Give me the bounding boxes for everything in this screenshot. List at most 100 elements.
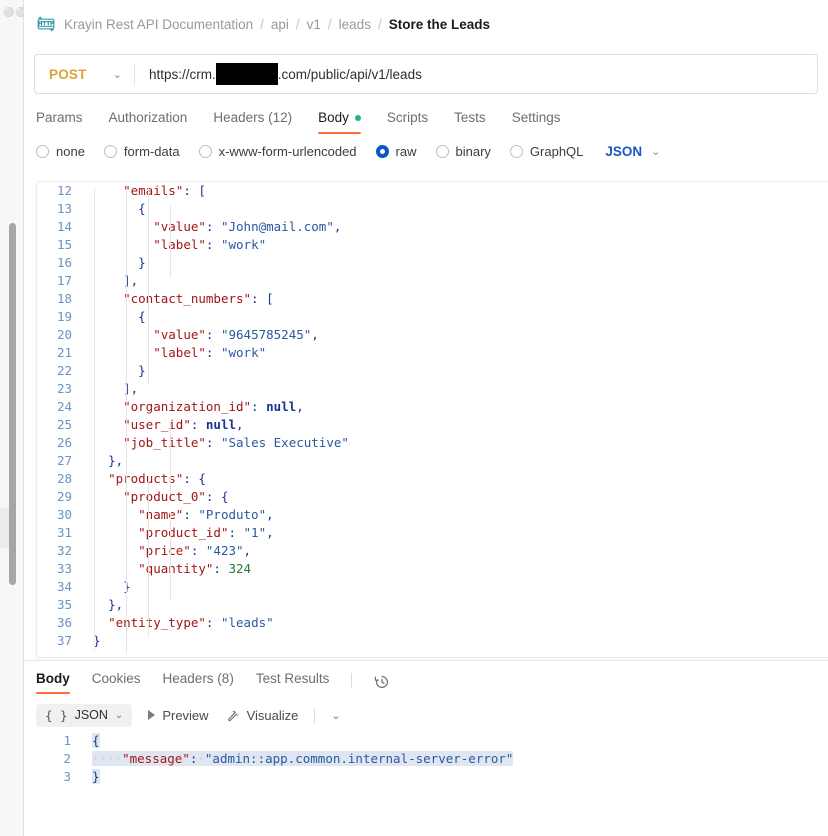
response-body-viewer[interactable]: 1{2 ····"message":·"admin::app.common.int… <box>36 732 828 836</box>
tab-label: Body <box>36 671 70 686</box>
token-str: "admin::app.common.internal-server-error… <box>204 751 514 766</box>
radio-icon[interactable] <box>36 144 49 158</box>
left-rail: ⚪⚪ <box>0 0 26 836</box>
breadcrumb-item-current: Store the Leads <box>388 16 490 32</box>
token-punc: } <box>138 255 146 270</box>
sidebar-scrollbar[interactable] <box>9 223 16 585</box>
request-code-lines[interactable]: 12 "emails": [13 {14 "value": "John@mail… <box>37 182 828 650</box>
radio-icon[interactable] <box>509 144 523 158</box>
tab-settings[interactable]: Settings <box>512 110 561 134</box>
token-key: "quantity" <box>138 561 214 576</box>
line-number: 37 <box>56 633 72 648</box>
response-tab-cookies[interactable]: Cookies <box>92 671 141 694</box>
url-prefix: https://crm. <box>148 66 216 82</box>
token-punc: } <box>123 579 131 594</box>
body-type-binary[interactable]: binary <box>435 143 491 159</box>
token-str: "work" <box>220 237 267 252</box>
code-line: 22 } <box>37 362 828 380</box>
request-tabs: Params Authorization Headers (12) Body S… <box>24 94 828 134</box>
visualize-button[interactable]: Visualize <box>225 707 299 723</box>
code-line: 1{ <box>36 732 828 750</box>
radio-icon[interactable] <box>103 144 117 158</box>
token-punc: } <box>138 363 146 378</box>
code-line: 25 "user_id": null, <box>37 416 828 434</box>
response-tabs: Body Cookies Headers (8) Test Results <box>36 666 390 694</box>
response-format-label: JSON <box>74 708 108 722</box>
tab-body[interactable]: Body <box>318 110 361 134</box>
code-text: "product_0": { <box>83 488 228 506</box>
body-type-graphql[interactable]: GraphQL <box>509 144 583 159</box>
magic-wand-icon <box>227 709 239 721</box>
radio-icon[interactable] <box>198 144 212 158</box>
response-tab-headers[interactable]: Headers (8) <box>163 671 234 694</box>
visualize-label: Visualize <box>246 707 299 723</box>
token-punc: ], <box>123 273 139 288</box>
tab-scripts[interactable]: Scripts <box>387 110 428 134</box>
token-key: "value" <box>153 327 206 342</box>
history-clock-icon[interactable] <box>374 674 390 690</box>
body-type-none[interactable]: none <box>36 144 85 159</box>
response-divider <box>24 660 828 661</box>
tab-headers[interactable]: Headers (12) <box>213 110 292 134</box>
response-tab-body[interactable]: Body <box>36 671 70 694</box>
radio-label: binary <box>455 143 491 159</box>
tab-params[interactable]: Params <box>36 110 83 134</box>
braces-icon: { } <box>45 707 68 723</box>
code-text: "emails": [ <box>83 182 206 200</box>
token-key: "user_id" <box>123 417 191 432</box>
request-body-editor[interactable]: 12 "emails": [13 {14 "value": "John@mail… <box>36 181 828 658</box>
code-line: 36 "entity_type": "leads" <box>37 614 828 632</box>
body-modified-dot-icon <box>354 114 361 121</box>
token-key: "job_title" <box>123 435 206 450</box>
line-number: 22 <box>56 363 72 378</box>
response-format-selector[interactable]: { } JSON ⌄ <box>36 703 133 727</box>
line-number: 3 <box>63 769 71 784</box>
breadcrumb-item-2[interactable]: v1 <box>307 17 321 32</box>
radio-label: form-data <box>123 143 180 159</box>
line-number: 16 <box>56 255 72 270</box>
line-number: 24 <box>56 399 72 414</box>
url-input[interactable]: https://crm. .com/public/api/v1/leads <box>135 63 817 85</box>
tab-authorization[interactable]: Authorization <box>109 110 188 134</box>
token-key: "products" <box>108 471 184 486</box>
token-punc: }, <box>108 597 124 612</box>
tab-tests[interactable]: Tests <box>454 110 486 134</box>
code-text: ], <box>83 272 138 290</box>
breadcrumb-item-0[interactable]: Krayin Rest API Documentation <box>64 17 253 32</box>
breadcrumb-item-3[interactable]: leads <box>339 17 371 32</box>
line-number: 1 <box>63 733 71 748</box>
token-punc: , <box>266 525 274 540</box>
token-punc: : <box>228 525 244 540</box>
response-code-lines[interactable]: 1{2 ····"message":·"admin::app.common.int… <box>36 732 828 786</box>
code-text: "user_id": null, <box>83 416 243 434</box>
code-text: "contact_numbers": [ <box>83 290 274 308</box>
code-line: 32 "price": "423", <box>37 542 828 560</box>
breadcrumb-separator: / <box>260 16 264 32</box>
line-number: 15 <box>56 237 72 252</box>
token-punc: : <box>205 237 221 252</box>
preview-label: Preview <box>162 707 209 723</box>
body-type-x-www-form-urlencoded[interactable]: x-www-form-urlencoded <box>198 144 357 159</box>
token-key: "price" <box>138 543 191 558</box>
line-number: 26 <box>56 435 72 450</box>
body-type-raw[interactable]: raw <box>375 144 417 159</box>
body-type-form-data[interactable]: form-data <box>103 143 180 159</box>
chevron-down-icon-more[interactable]: ⌄ <box>331 709 340 722</box>
line-number: 17 <box>56 273 72 288</box>
response-tab-test-results[interactable]: Test Results <box>256 671 330 694</box>
code-text: "price": "423", <box>83 542 251 560</box>
token-punc: : <box>251 399 267 414</box>
breadcrumb-item-1[interactable]: api <box>271 17 289 32</box>
raw-format-selector[interactable]: JSON ⌄ <box>605 144 660 159</box>
code-line: 14 "value": "John@mail.com", <box>37 218 828 236</box>
token-key: "value" <box>153 219 206 234</box>
postman-window: ⚪⚪ HTTP Krayin Rest API Documentation / … <box>0 0 828 836</box>
token-punc: , <box>296 399 304 414</box>
preview-button[interactable]: Preview <box>148 707 209 723</box>
radio-icon-selected[interactable] <box>375 144 389 158</box>
radio-icon[interactable] <box>435 144 449 158</box>
method-selector[interactable]: POST ⌄ <box>35 55 134 93</box>
response-toolbar: { } JSON ⌄ Preview Visualize ⌄ <box>36 702 341 728</box>
tab-label: Authorization <box>108 110 188 125</box>
token-punc: : <box>205 435 221 450</box>
